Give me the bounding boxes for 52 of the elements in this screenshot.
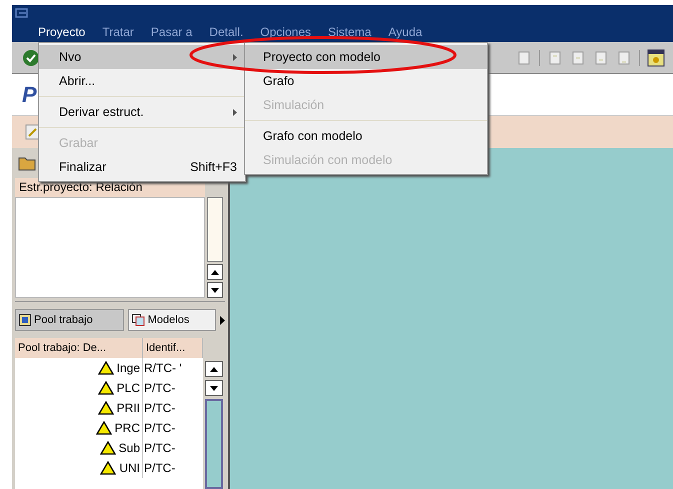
menu-item[interactable]: Abrir... (39, 69, 245, 93)
menu-item[interactable]: Proyecto (38, 23, 86, 41)
table-cell-text: R/TC- ' (143, 360, 182, 377)
menu-item[interactable]: Derivar estruct. (39, 100, 245, 124)
scroll-up-icon[interactable] (210, 366, 218, 372)
table-cell-text: P/TC- (143, 400, 176, 417)
table-cell-text: P/TC- (143, 420, 176, 437)
submenu-arrow-icon (233, 54, 237, 60)
menu-item[interactable]: Grafo (245, 69, 487, 93)
table-cell-text: Inge (116, 360, 140, 377)
warning-icon (98, 381, 114, 395)
table-cell-text: P/TC- (143, 460, 176, 477)
menu-item[interactable]: Tratar (102, 23, 134, 41)
menu-item[interactable]: Finalizar Shift+F3 (39, 155, 245, 179)
table-cell-text: P/TC- (143, 380, 176, 397)
models-icon (132, 314, 145, 326)
tab[interactable]: Pool trabajo (15, 309, 124, 331)
table-cell-text: PLC (116, 380, 140, 397)
check-icon[interactable] (22, 48, 40, 66)
table-cell-text: Sub (118, 440, 140, 457)
column-header[interactable]: Pool trabajo: De... (15, 338, 143, 358)
table-cell-text: P/TC- (143, 440, 176, 457)
folder-icon[interactable] (18, 155, 36, 171)
submenu-arrow-icon (233, 108, 237, 116)
window-icon (15, 8, 29, 19)
menu-item[interactable]: Ayuda (388, 23, 422, 41)
screen-title: P (22, 81, 37, 109)
column-header[interactable]: Identif... (143, 338, 203, 358)
menu-item[interactable]: Proyecto con modelo (245, 45, 487, 69)
warning-icon (96, 421, 112, 435)
warning-icon (98, 361, 114, 375)
warning-icon (100, 461, 116, 475)
pool-icon (19, 314, 31, 326)
menu-item[interactable]: Pasar a (150, 23, 192, 41)
warning-icon (100, 441, 116, 455)
layout-icon[interactable] (647, 48, 665, 66)
table-cell-text: PRC (114, 420, 140, 437)
menu-item[interactable]: Opciones (260, 23, 311, 41)
warning-icon (98, 401, 114, 415)
shortcut-label: Shift+F3 (190, 158, 237, 176)
scroll-up-icon[interactable] (211, 270, 219, 274)
table-cell-text: UNI (119, 460, 140, 477)
tab[interactable]: Modelos (128, 309, 216, 331)
scroll-down-icon[interactable] (211, 288, 219, 292)
table-cell-text: PRII (116, 400, 140, 417)
scroll-down-icon[interactable] (210, 386, 218, 390)
menu-item[interactable]: Detall. (209, 23, 244, 41)
menu-item[interactable]: Grafo con modelo (245, 124, 487, 148)
scroll-right-icon[interactable] (220, 316, 225, 325)
menu-item[interactable]: Sistema (328, 23, 372, 41)
menu-item[interactable]: Nvo (39, 45, 245, 69)
scrollbar-thumb[interactable] (205, 399, 223, 489)
